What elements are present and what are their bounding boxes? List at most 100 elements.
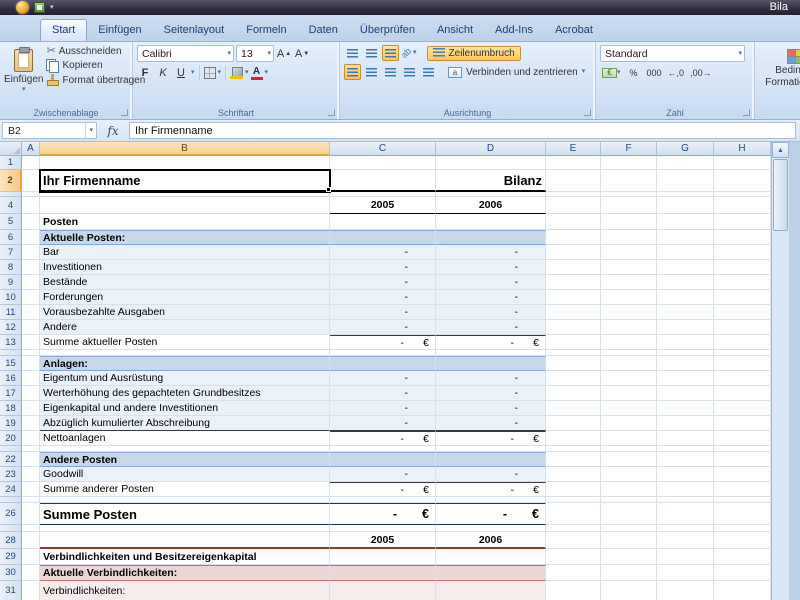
- column-header-B[interactable]: B: [40, 142, 330, 156]
- cell-B5[interactable]: Posten: [40, 214, 330, 230]
- cell-D16[interactable]: -: [436, 371, 546, 386]
- cell-C11[interactable]: -: [330, 305, 436, 320]
- cell-C8[interactable]: -: [330, 260, 436, 275]
- cell-A24[interactable]: [22, 482, 40, 497]
- cell-G4[interactable]: [657, 197, 714, 214]
- cell-D7[interactable]: -: [436, 245, 546, 260]
- cell-E19[interactable]: [546, 416, 601, 431]
- cell-A16[interactable]: [22, 371, 40, 386]
- cell-D30[interactable]: [436, 565, 546, 581]
- cell-G1[interactable]: [657, 156, 714, 170]
- cell-E22[interactable]: [546, 452, 601, 467]
- align-left-button[interactable]: [344, 64, 361, 80]
- cell-Es26[interactable]: [546, 525, 601, 532]
- cell-C19[interactable]: -: [330, 416, 436, 431]
- row-header-5[interactable]: 5: [0, 214, 22, 230]
- cell-A23[interactable]: [22, 467, 40, 482]
- cell-B30[interactable]: Aktuelle Verbindlichkeiten:: [40, 565, 330, 581]
- cell-G30[interactable]: [657, 565, 714, 581]
- cell-C2[interactable]: [330, 170, 436, 192]
- font-family-select[interactable]: Calibri ▾: [137, 45, 234, 62]
- cell-H4[interactable]: [714, 197, 771, 214]
- cell-C31[interactable]: [330, 581, 436, 600]
- scrollbar-thumb[interactable]: [773, 159, 788, 231]
- cell-B7[interactable]: Bar: [40, 245, 330, 260]
- cell-A1[interactable]: [22, 156, 40, 170]
- cell-E31[interactable]: [546, 581, 601, 600]
- decrease-decimal-button[interactable]: ,00→: [688, 65, 714, 81]
- office-button-icon[interactable]: [16, 1, 29, 14]
- cell-H13[interactable]: [714, 335, 771, 350]
- align-right-button[interactable]: [382, 64, 399, 80]
- row-header-10[interactable]: 10: [0, 290, 22, 305]
- cell-G16[interactable]: [657, 371, 714, 386]
- chevron-down-icon[interactable]: ▾: [413, 50, 417, 56]
- row-header-11[interactable]: 11: [0, 305, 22, 320]
- cell-F23[interactable]: [601, 467, 657, 482]
- tab-acrobat[interactable]: Acrobat: [544, 20, 604, 41]
- cell-E5[interactable]: [546, 214, 601, 230]
- cell-G2[interactable]: [657, 170, 714, 192]
- cell-H17[interactable]: [714, 386, 771, 401]
- column-header-G[interactable]: G: [657, 142, 714, 156]
- cell-E30[interactable]: [546, 565, 601, 581]
- cell-G12[interactable]: [657, 320, 714, 335]
- cell-G11[interactable]: [657, 305, 714, 320]
- paste-button[interactable]: Einfügen ▾: [4, 45, 43, 93]
- cell-E18[interactable]: [546, 401, 601, 416]
- cell-F5[interactable]: [601, 214, 657, 230]
- increase-indent-button[interactable]: [420, 64, 437, 80]
- merge-center-button[interactable]: Verbinden und zentrieren ▾: [445, 66, 588, 79]
- cell-D29[interactable]: [436, 549, 546, 565]
- cell-F18[interactable]: [601, 401, 657, 416]
- cell-C22[interactable]: [330, 452, 436, 467]
- cell-E9[interactable]: [546, 275, 601, 290]
- cell-B13[interactable]: Summe aktueller Posten: [40, 335, 330, 350]
- cell-G23[interactable]: [657, 467, 714, 482]
- cell-E8[interactable]: [546, 260, 601, 275]
- chevron-down-icon[interactable]: ▾: [245, 70, 249, 76]
- cell-C6[interactable]: [330, 230, 436, 245]
- row-header-6[interactable]: 6: [0, 230, 22, 245]
- cell-C30[interactable]: [330, 565, 436, 581]
- cell-E11[interactable]: [546, 305, 601, 320]
- cell-F4[interactable]: [601, 197, 657, 214]
- cell-A9[interactable]: [22, 275, 40, 290]
- cell-E10[interactable]: [546, 290, 601, 305]
- row-header-16[interactable]: 16: [0, 371, 22, 386]
- insert-function-button[interactable]: fx: [97, 124, 129, 138]
- cell-G8[interactable]: [657, 260, 714, 275]
- qat-customize-arrow-icon[interactable]: ▾: [50, 3, 54, 11]
- cell-H26[interactable]: [714, 503, 771, 525]
- row-header-13[interactable]: 13: [0, 335, 22, 350]
- row-header-29[interactable]: 29: [0, 549, 22, 565]
- cell-E2[interactable]: [546, 170, 601, 192]
- cell-A19[interactable]: [22, 416, 40, 431]
- cell-B8[interactable]: Investitionen: [40, 260, 330, 275]
- cell-A6[interactable]: [22, 230, 40, 245]
- cell-G19[interactable]: [657, 416, 714, 431]
- cell-Ds26[interactable]: [436, 525, 546, 532]
- row-header-20[interactable]: 20: [0, 431, 22, 446]
- cell-G17[interactable]: [657, 386, 714, 401]
- number-format-select[interactable]: Standard ▾: [600, 45, 745, 62]
- cell-H18[interactable]: [714, 401, 771, 416]
- cell-B22[interactable]: Andere Posten: [40, 452, 330, 467]
- tab-start[interactable]: Start: [40, 19, 87, 41]
- currency-format-button[interactable]: € ▾: [600, 65, 623, 81]
- row-header-26[interactable]: 26: [0, 503, 22, 525]
- cell-G20[interactable]: [657, 431, 714, 446]
- cell-A26[interactable]: [22, 503, 40, 525]
- cell-E15[interactable]: [546, 356, 601, 371]
- cell-H31[interactable]: [714, 581, 771, 600]
- cell-F20[interactable]: [601, 431, 657, 446]
- cell-B29[interactable]: Verbindlichkeiten und Besitzereigenkapit…: [40, 549, 330, 565]
- cell-F22[interactable]: [601, 452, 657, 467]
- fill-color-icon[interactable]: [230, 67, 243, 79]
- cell-A31[interactable]: [22, 581, 40, 600]
- cell-H12[interactable]: [714, 320, 771, 335]
- cell-A11[interactable]: [22, 305, 40, 320]
- cell-B2[interactable]: Ihr Firmenname: [40, 170, 330, 192]
- cell-H20[interactable]: [714, 431, 771, 446]
- font-color-icon[interactable]: A: [251, 67, 263, 79]
